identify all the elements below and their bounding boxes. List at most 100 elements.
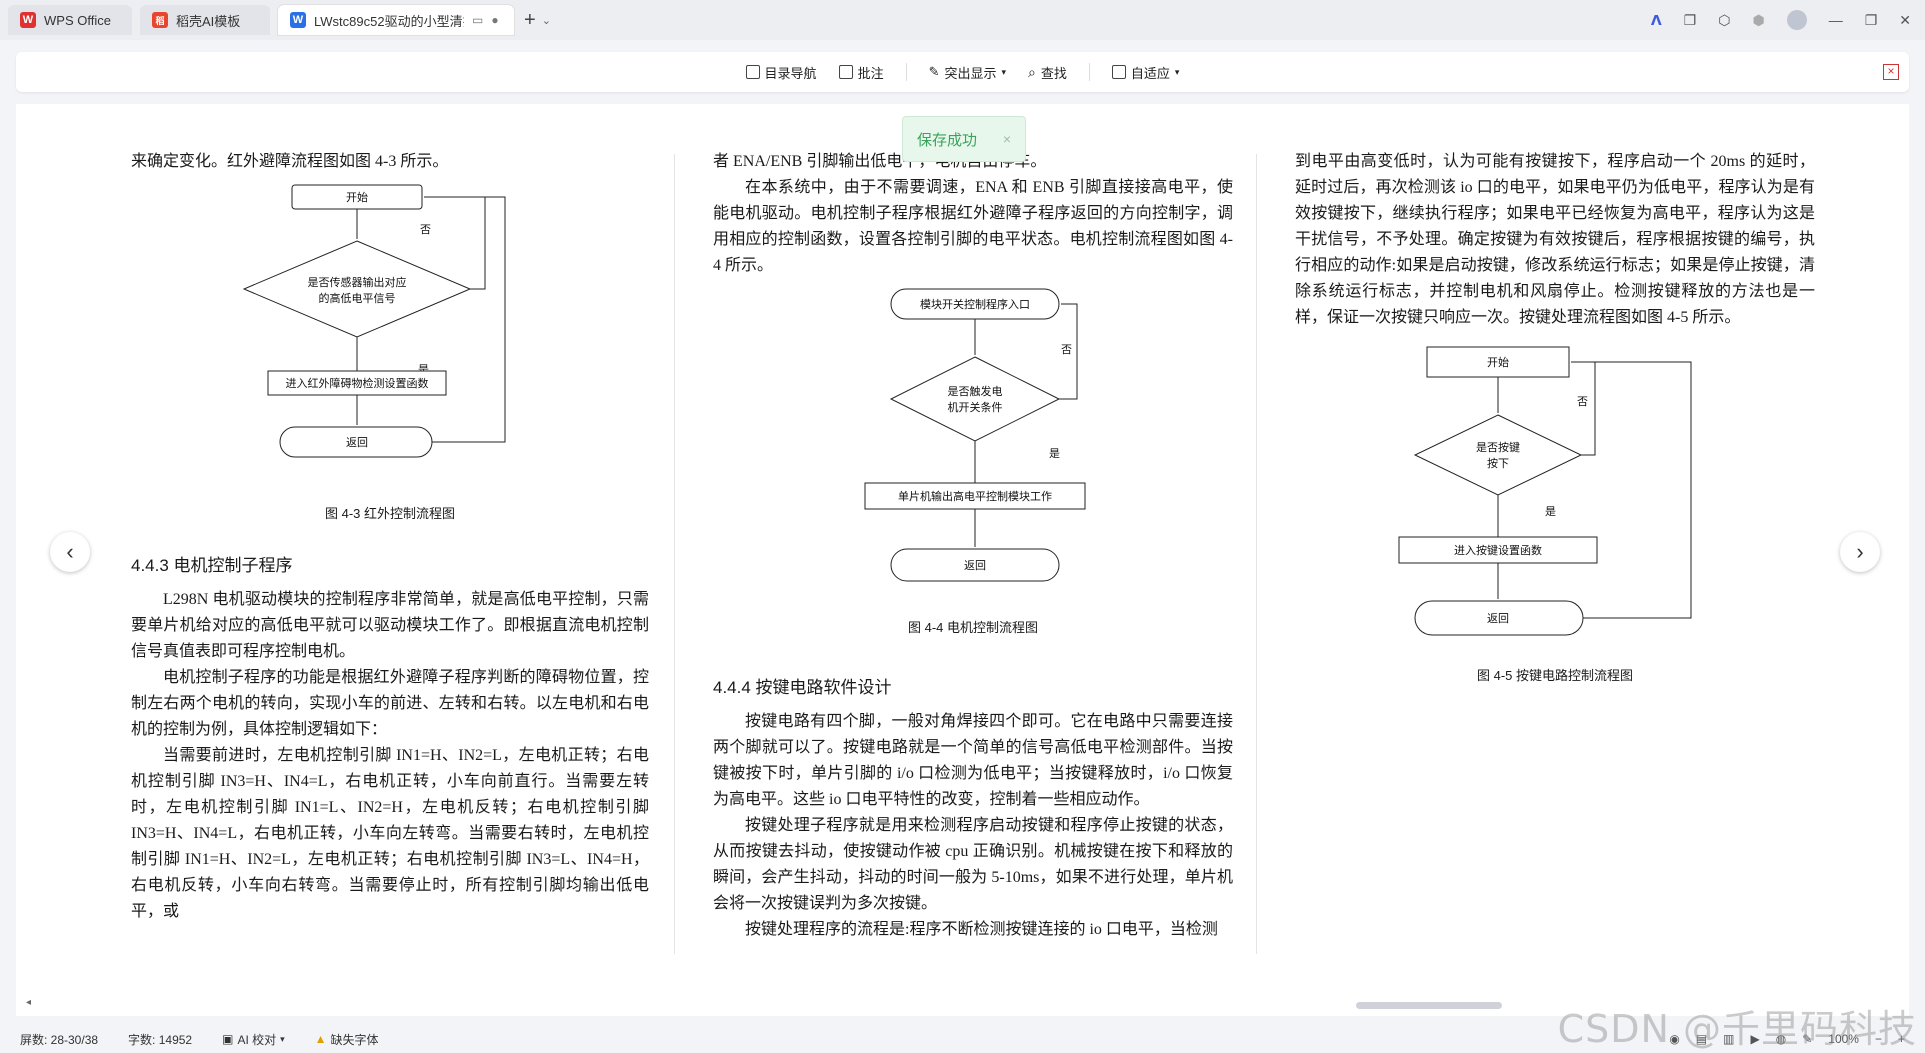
flow-no-label: 否 xyxy=(1061,343,1072,356)
flowchart-motor: 模块开关控制程序入口 是否触发电 机开关条件 否 是 单片机输出高电平控制模块工… xyxy=(864,288,1086,582)
warning-icon: ▲ xyxy=(314,1032,327,1046)
watermark: CSDN @千里码科技 xyxy=(1557,1007,1917,1051)
tab-docer-templates[interactable]: 稻 稻壳AI模板 xyxy=(140,5,270,35)
fit-width-button[interactable]: 自适应 ▾ xyxy=(1111,63,1179,82)
next-page-button[interactable]: › xyxy=(1840,532,1880,572)
settings-icon[interactable]: ⬢ xyxy=(1752,12,1764,29)
flowchart-button: 开始 是否按键 按下 否 是 进入按键设置函数 返回 xyxy=(1398,346,1692,636)
ai-proofread-button[interactable]: ▣ AI 校对 ▾ xyxy=(222,1031,285,1048)
paragraph: 按键处理程序的流程是:程序不断检测按键连接的 io 口电平，当检测 xyxy=(745,921,1218,938)
flow-decision-text: 是否按键 xyxy=(1476,440,1520,454)
flow-decision-text: 是否传感器输出对应 xyxy=(308,275,407,289)
paragraph: 当需要前进时，左电机控制引脚 IN1=H、IN2=L，左电机正转；右电机控制引脚… xyxy=(131,747,649,920)
toc-icon xyxy=(745,65,760,79)
chevron-down-icon[interactable]: ⌄ xyxy=(542,14,551,27)
toast-text: 保存成功 xyxy=(917,131,978,149)
chevron-right-icon: › xyxy=(1856,539,1864,564)
highlight-button[interactable]: ✎ 突出显示 ▾ xyxy=(929,63,1006,82)
monitor-icon[interactable]: ▭ xyxy=(472,13,483,27)
document-canvas: 来确定变化。红外避障流程图如图 4-3 所示。 开始 是否传感器输出对应 的高低… xyxy=(16,104,1909,1016)
paragraph: 在本系统中，由于不需要调速，ENA 和 ENB 引脚直接接高电平，使能电机驱动。… xyxy=(713,179,1233,274)
missing-font-label: 缺失字体 xyxy=(330,1032,379,1047)
minimize-icon[interactable]: — xyxy=(1829,12,1843,28)
flow-end-text: 返回 xyxy=(1487,612,1509,625)
figure-caption: 图 4-5 按键电路控制流程图 xyxy=(1476,668,1633,683)
paragraph: 按键处理子程序就是用来检测程序启动按键和程序停止按键的状态，从而按键去抖动，使按… xyxy=(713,817,1233,912)
page-icon xyxy=(1111,65,1126,79)
page-column-3: 到电平由高变低时，认为可能有按键按下，程序启动一个 20ms 的延时，延时过后，… xyxy=(1295,149,1815,689)
flow-yes-label: 是 xyxy=(1545,505,1556,518)
section-heading: 4.4.4 按键电路软件设计 xyxy=(713,678,892,697)
window-controls: ꓥ ❐ ⬡ ⬢ — ❐ ✕ xyxy=(1651,0,1911,40)
page-column-2: 者 ENA/ENB 引脚输出低电平，电机自由停车。 在本系统中，由于不需要调速，… xyxy=(713,149,1233,943)
docer-logo-icon: 稻 xyxy=(152,12,168,28)
save-success-toast: 保存成功 × xyxy=(902,116,1026,162)
comment-label: 批注 xyxy=(857,65,884,81)
tab-active-document[interactable]: W LWstc89c52驱动的小型清扫 ▭ ● xyxy=(278,5,514,35)
comment-icon xyxy=(838,65,853,79)
avatar[interactable] xyxy=(1786,10,1807,30)
flow-end-text: 返回 xyxy=(346,436,368,449)
restore-icon[interactable]: ❐ xyxy=(1865,12,1878,29)
flow-decision xyxy=(242,240,472,338)
flow-start-text: 模块开关控制程序入口 xyxy=(920,297,1030,311)
flow-decision-text: 机开关条件 xyxy=(948,400,1003,414)
toast-close-icon[interactable]: × xyxy=(1003,131,1011,147)
wps-logo-icon: W xyxy=(20,12,36,28)
search-icon: ⌕ xyxy=(1028,63,1036,80)
find-label: 查找 xyxy=(1040,65,1067,81)
fit-label: 自适应 xyxy=(1130,65,1170,81)
ai-icon[interactable]: ꓥ xyxy=(1651,12,1662,29)
flow-no-label: 否 xyxy=(420,223,431,236)
close-icon[interactable]: ✕ xyxy=(1899,12,1911,29)
paragraph: 到电平由高变低时，认为可能有按键按下，程序启动一个 20ms 的延时，延时过后，… xyxy=(1295,153,1815,326)
missing-font-button[interactable]: ▲ 缺失字体 xyxy=(315,1031,379,1048)
highlight-pen-icon: ✎ xyxy=(928,64,940,79)
unsaved-dot-icon: ● xyxy=(491,13,499,27)
flow-start-text: 开始 xyxy=(346,190,368,204)
comment-button[interactable]: 批注 xyxy=(838,63,884,82)
word-count[interactable]: 字数: 14952 xyxy=(128,1031,192,1048)
find-button[interactable]: ⌕ 查找 xyxy=(1028,63,1067,82)
toolbar-divider xyxy=(1088,63,1090,81)
horizontal-scrollbar[interactable] xyxy=(1356,1002,1502,1009)
tab-bar: W WPS Office 稻 稻壳AI模板 W LWstc89c52驱动的小型清… xyxy=(0,0,1925,40)
toc-nav-button[interactable]: 目录导航 xyxy=(745,63,817,82)
cube-icon[interactable]: ⬡ xyxy=(1718,12,1730,29)
tab-wps-office[interactable]: W WPS Office xyxy=(8,5,132,35)
flowchart-infrared: 开始 是否传感器输出对应 的高低电平信号 否 是 进入红外障碍物检测设置函数 返… xyxy=(242,184,506,458)
ai-proofread-label: AI 校对 xyxy=(237,1032,277,1047)
writer-logo-icon: W xyxy=(290,12,306,28)
flow-no-label: 否 xyxy=(1577,395,1588,408)
exit-reading-icon[interactable]: × xyxy=(1883,64,1899,80)
section-heading: 4.4.3 电机控制子程序 xyxy=(131,556,293,575)
paragraph: 电机控制子程序的功能是根据红外避障子程序判断的障碍物位置，控制左右两个电机的转向… xyxy=(131,669,649,738)
tab-label: 稻壳AI模板 xyxy=(176,13,241,29)
ai-proofread-icon: ▣ xyxy=(222,1032,234,1046)
highlight-label: 突出显示 xyxy=(944,65,997,81)
paragraph: 来确定变化。红外避障流程图如图 4-3 所示。 xyxy=(131,153,449,170)
tab-label: LWstc89c52驱动的小型清扫 xyxy=(314,13,464,29)
flow-decision-text: 按下 xyxy=(1487,456,1509,470)
figure-caption: 图 4-4 电机控制流程图 xyxy=(907,620,1038,635)
page-column-1: 来确定变化。红外避障流程图如图 4-3 所示。 开始 是否传感器输出对应 的高低… xyxy=(131,149,649,925)
flow-decision xyxy=(1413,414,1583,496)
chevron-down-icon: ▾ xyxy=(280,1033,285,1044)
prev-page-button[interactable]: ‹ xyxy=(50,532,90,572)
flow-yes-label: 是 xyxy=(1049,447,1060,460)
paragraph: 按键电路有四个脚，一般对角焊接四个即可。它在电路中只需要连接两个脚就可以了。按键… xyxy=(713,713,1233,808)
chevron-down-icon: ▾ xyxy=(1001,66,1007,77)
chevron-left-icon: ‹ xyxy=(66,539,74,564)
toc-nav-label: 目录导航 xyxy=(764,65,817,81)
scroll-left-arrow-icon[interactable]: ◂ xyxy=(26,997,31,1008)
window-icon[interactable]: ❐ xyxy=(1684,12,1697,29)
page-count[interactable]: 屏数: 28-30/38 xyxy=(20,1031,98,1048)
paragraph: L298N 电机驱动模块的控制程序非常简单，就是高低电平控制，只需要单片机给对应… xyxy=(131,591,649,660)
flow-process-text: 进入按键设置函数 xyxy=(1454,543,1542,557)
reading-toolbar: 目录导航 批注 ✎ 突出显示 ▾ ⌕ 查找 自适应 ▾ × xyxy=(16,52,1909,92)
flow-decision-text: 是否触发电 xyxy=(948,384,1003,398)
new-tab-plus-icon[interactable]: + xyxy=(524,9,536,32)
toolbar-divider xyxy=(905,63,907,81)
flow-decision xyxy=(889,356,1061,442)
flow-start-text: 开始 xyxy=(1487,355,1509,369)
